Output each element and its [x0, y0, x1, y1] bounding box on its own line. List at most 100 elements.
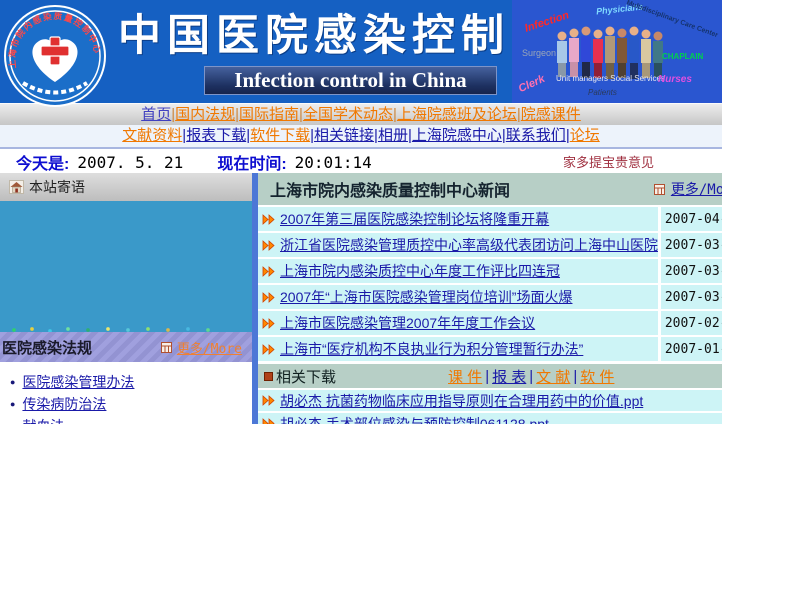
news-link[interactable]: 上海市医院感染管理2007年年度工作会议 — [280, 313, 535, 333]
nav-national-academic-news-link[interactable]: 全国学术动态 — [303, 106, 393, 123]
people-label: Surgeon — [522, 48, 556, 58]
nav-software-download-link[interactable]: 软件下载 — [250, 127, 310, 144]
double-arrow-icon — [262, 266, 275, 277]
news-date: 2007-01-14 — [661, 337, 722, 361]
grid-icon — [161, 342, 172, 353]
double-arrow-icon — [262, 344, 275, 355]
news-link[interactable]: 2007年“上海市医院感染管理岗位培训”场面火爆 — [280, 287, 572, 307]
site-header: 上海市院内感染质量控制中心 中国医院感染控制 Infection control… — [0, 0, 722, 103]
downloads-software-link[interactable]: 软 件 — [580, 366, 614, 387]
list-item: 胡必杰 手术部位感染与预防控制061128.ppt — [258, 413, 722, 424]
site-logo: 上海市院内感染质量控制中心 — [3, 4, 107, 108]
feedback-notice-marquee: 家多提宝贵意见 — [563, 152, 654, 171]
news-link[interactable]: 2007年第三届医院感染控制论坛将隆重开幕 — [280, 209, 549, 229]
page: 上海市院内感染质量控制中心 中国医院感染控制 Infection control… — [0, 0, 800, 600]
news-cell: 2007年第三届医院感染控制论坛将隆重开幕 — [258, 207, 658, 231]
secondary-nav: 文献资料|报表下载|软件下载|相关链接|相册|上海院感中心|联系我们|论坛 — [0, 125, 722, 149]
today-date: 2007. 5. 21 — [77, 153, 183, 172]
double-arrow-icon — [262, 395, 275, 406]
downloads-courseware-link[interactable]: 课 件 — [448, 366, 482, 387]
news-date: 2007-03-23 — [661, 259, 722, 283]
banner-people-panel: Physicians Infection Multidisciplinary C… — [512, 0, 722, 103]
hospital-logo-icon: 上海市院内感染质量控制中心 — [3, 4, 107, 108]
downloads-literature-link[interactable]: 文 献 — [536, 366, 570, 387]
news-section-header: 上海市院内感染质量控制中心新闻 更多/More — [258, 173, 722, 205]
list-item: 胡必杰 抗菌药物临床应用指导原则在合理用药中的价值.ppt — [258, 390, 722, 411]
nav-international-guidelines-link[interactable]: 国际指南 — [239, 106, 299, 123]
sidebar-motto-title: 本站寄语 — [29, 177, 85, 197]
main-column: 上海市院内感染质量控制中心新闻 更多/More 2007年第三届医院感染控制 — [258, 173, 722, 424]
nav-domestic-regulations-link[interactable]: 国内法规 — [175, 106, 235, 123]
news-date: 2007-02-07 — [661, 311, 722, 335]
bullet-icon: ● — [10, 399, 15, 409]
double-arrow-icon — [262, 214, 275, 225]
nav-photo-album-link[interactable]: 相册 — [378, 127, 408, 144]
news-date: 2007-03-25 — [661, 233, 722, 257]
table-row: 浙江省医院感染管理质控中心率高级代表团访问上海中山医院 2007-03-25 — [258, 233, 722, 257]
status-bar: 今天是: 2007. 5. 21 现在时间: 20:01:14 家多提宝贵意见 — [0, 149, 722, 173]
downloads-section-header: 相关下载 课 件|报 表|文 献|软 件 — [258, 364, 722, 388]
house-icon — [9, 180, 24, 194]
square-bullet-icon — [264, 372, 273, 381]
bullet-icon: ● — [10, 421, 15, 424]
news-date: 2007-03-22 — [661, 285, 722, 309]
primary-nav: 首页|国内法规|国际指南|全国学术动态|上海院感班及论坛|院感课件 — [0, 103, 722, 125]
nav-separator: | — [529, 368, 533, 385]
table-row: 上海市“医疗机构不良执业行为积分管理暂行办法” 2007-01-14 — [258, 337, 722, 361]
news-link[interactable]: 浙江省医院感染管理质控中心率高级代表团访问上海中山医院 — [280, 235, 658, 255]
site-title-english: Infection control in China — [204, 66, 497, 95]
download-file-link[interactable]: 胡必杰 抗菌药物临床应用指导原则在合理用药中的价值.ppt — [280, 391, 643, 411]
downloads-section-title: 相关下载 — [276, 366, 336, 387]
sidebar-message-panel — [0, 201, 252, 332]
sidebar-motto-header: 本站寄语 — [0, 173, 252, 201]
news-cell: 上海市医院感染管理2007年年度工作会议 — [258, 311, 658, 335]
nav-forum-link[interactable]: 论坛 — [570, 127, 600, 144]
list-item: ● 医院感染管理办法 — [10, 371, 252, 393]
news-cell: 上海市院内感染质控中心年度工作评比四连冠 — [258, 259, 658, 283]
people-label: Nurses — [658, 74, 692, 85]
news-cell: 上海市“医疗机构不良执业行为积分管理暂行办法” — [258, 337, 658, 361]
content-area: 本站寄语 医院感染法规 更多/More — [0, 173, 722, 424]
nav-shanghai-center-link[interactable]: 上海院感中心 — [412, 127, 502, 144]
news-date: 2007-04-07 — [661, 207, 722, 231]
laws-more-link[interactable]: 更多/More — [177, 338, 242, 357]
law-link[interactable]: 传染病防治法 — [22, 394, 106, 414]
people-label: CHAPLAIN — [662, 52, 703, 61]
nav-shanghai-class-forum-link[interactable]: 上海院感班及论坛 — [397, 106, 517, 123]
nav-contact-us-link[interactable]: 联系我们 — [506, 127, 566, 144]
table-row: 上海市院内感染质控中心年度工作评比四连冠 2007-03-23 — [258, 259, 722, 283]
people-label: Patients — [588, 88, 617, 97]
downloads-reports-link[interactable]: 报 表 — [492, 366, 526, 387]
current-time-label: 现在时间: — [217, 150, 286, 174]
law-link[interactable]: 献血法 — [22, 416, 64, 424]
double-arrow-icon — [262, 292, 275, 303]
double-arrow-icon — [262, 240, 275, 251]
double-arrow-icon — [262, 418, 275, 424]
news-more-link[interactable]: 更多/More — [671, 179, 722, 199]
current-time-value: 20:01:14 — [295, 153, 372, 172]
list-item: ● 传染病防治法 — [10, 393, 252, 415]
site-title-chinese: 中国医院感染控制 — [118, 1, 518, 63]
news-section-title: 上海市院内感染质量控制中心新闻 — [270, 177, 510, 201]
download-categories: 课 件|报 表|文 献|软 件 — [448, 366, 614, 387]
nav-home-link[interactable]: 首页 — [141, 106, 171, 123]
nav-courseware-link[interactable]: 院感课件 — [521, 106, 581, 123]
nav-report-download-link[interactable]: 报表下载 — [186, 127, 246, 144]
downloads-list: 胡必杰 抗菌药物临床应用指导原则在合理用药中的价值.ppt 胡必杰 手术部位感染… — [258, 388, 722, 424]
bullet-icon: ● — [10, 377, 15, 387]
news-link[interactable]: 上海市“医疗机构不良执业行为积分管理暂行办法” — [280, 339, 583, 359]
sidebar-laws-list: ● 医院感染管理办法 ● 传染病防治法 ● 献血法 — [0, 362, 252, 424]
nav-separator: | — [485, 368, 489, 385]
people-label: Unit managers Social Services — [556, 74, 665, 83]
grid-icon — [654, 184, 665, 195]
table-row: 2007年第三届医院感染控制论坛将隆重开幕 2007-04-07 — [258, 207, 722, 231]
download-file-link[interactable]: 胡必杰 手术部位感染与预防控制061128.ppt — [280, 414, 549, 425]
sidebar: 本站寄语 医院感染法规 更多/More — [0, 173, 252, 424]
today-label: 今天是: — [16, 150, 69, 174]
nav-related-links-link[interactable]: 相关链接 — [314, 127, 374, 144]
nav-literature-link[interactable]: 文献资料 — [122, 127, 182, 144]
marquee-fragment — [6, 324, 246, 332]
news-link[interactable]: 上海市院内感染质控中心年度工作评比四连冠 — [280, 261, 560, 281]
law-link[interactable]: 医院感染管理办法 — [22, 372, 134, 392]
news-list: 2007年第三届医院感染控制论坛将隆重开幕 2007-04-07 浙江省医院感染… — [258, 205, 722, 363]
